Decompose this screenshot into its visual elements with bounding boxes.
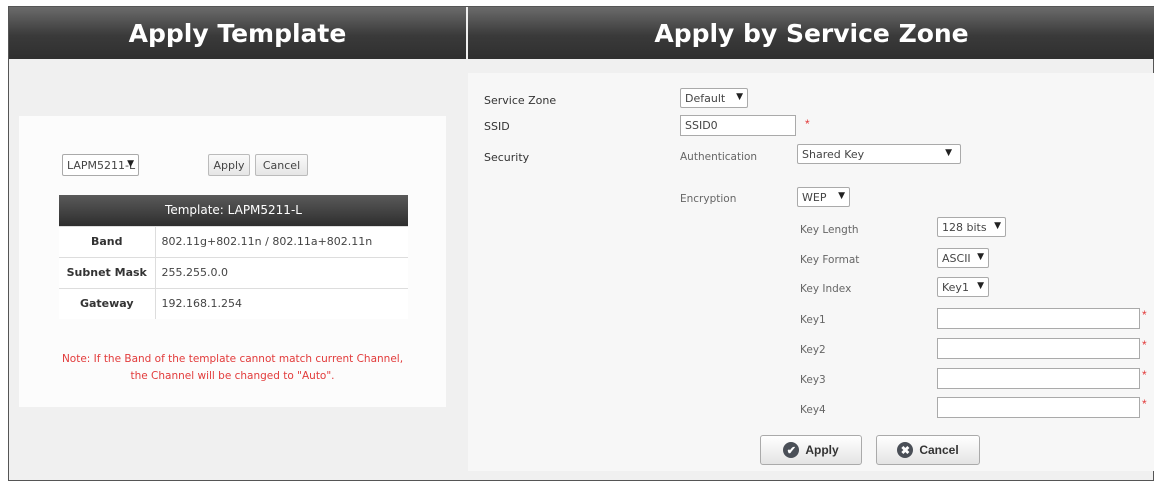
template-cancel-button[interactable]: Cancel: [255, 154, 308, 176]
key2-label: Key2: [800, 344, 826, 356]
key-format-value: ASCII: [942, 251, 971, 265]
encryption-select[interactable]: WEP ▼: [797, 187, 850, 207]
note-line-1: Note: If the Band of the template cannot…: [61, 353, 404, 365]
service-zone-label: Service Zone: [484, 94, 557, 107]
key-format-label: Key Format: [800, 254, 860, 266]
chevron-down-icon: ▼: [994, 221, 1001, 231]
encryption-value: WEP: [802, 190, 827, 204]
screenshot-frame: Apply Template Apply by Service Zone LAP…: [8, 6, 1154, 481]
key-index-select[interactable]: Key1 ▼: [937, 277, 989, 297]
chevron-down-icon: ▼: [977, 281, 984, 291]
chevron-down-icon: ▼: [127, 159, 134, 169]
check-circle-icon: ✔: [783, 442, 800, 458]
apply-by-service-zone-header: Apply by Service Zone: [468, 7, 1154, 59]
key-length-select[interactable]: 128 bits ▼: [937, 217, 1006, 237]
row-key: Gateway: [59, 287, 156, 319]
required-marker: *: [1142, 308, 1147, 322]
chevron-down-icon: ▼: [838, 191, 845, 201]
apply-button[interactable]: ✔ Apply: [760, 435, 862, 465]
apply-template-header: Apply Template: [9, 7, 466, 59]
table-row: Subnet Mask 255.255.0.0: [59, 256, 408, 288]
ssid-label: SSID: [484, 120, 510, 133]
row-value: 255.255.0.0: [155, 256, 408, 288]
key3-input[interactable]: [937, 368, 1140, 389]
authentication-select[interactable]: Shared Key ▼: [797, 144, 961, 164]
template-cancel-label: Cancel: [262, 158, 301, 172]
row-key: Band: [59, 225, 156, 257]
table-row: Band 802.11g+802.11n / 802.11a+802.11n: [59, 225, 408, 257]
template-select-value: LAPM5211-L: [67, 158, 136, 172]
chevron-down-icon: ▼: [945, 148, 952, 158]
apply-template-title: Apply Template: [128, 18, 347, 48]
chevron-down-icon: ▼: [977, 252, 984, 262]
key3-label: Key3: [800, 374, 826, 386]
template-apply-label: Apply: [213, 158, 245, 172]
channel-note: Note: If the Band of the template cannot…: [19, 351, 446, 385]
service-zone-value: Default: [685, 91, 726, 105]
template-table-title: Template: LAPM5211-L: [59, 195, 408, 226]
template-card: LAPM5211-L ▼ Apply Cancel Template: LAPM…: [19, 116, 446, 407]
row-value: 192.168.1.254: [155, 287, 408, 319]
key-index-value: Key1: [942, 280, 969, 294]
cancel-button-label: Cancel: [919, 443, 959, 457]
authentication-value: Shared Key: [802, 147, 865, 161]
close-circle-icon: ✖: [897, 442, 914, 458]
required-marker: *: [1142, 368, 1147, 382]
key-length-label: Key Length: [800, 224, 859, 236]
template-select[interactable]: LAPM5211-L ▼: [62, 154, 139, 176]
ssid-value: SSID0: [685, 119, 718, 132]
template-details-table: Template: LAPM5211-L Band 802.11g+802.11…: [59, 195, 408, 319]
apply-button-label: Apply: [805, 443, 839, 457]
table-header-row: Template: LAPM5211-L: [59, 195, 408, 226]
ssid-input[interactable]: SSID0: [680, 115, 796, 136]
row-value: 802.11g+802.11n / 802.11a+802.11n: [155, 225, 408, 257]
service-zone-panel: Service Zone Default ▼ SSID SSID0 * Secu…: [468, 73, 1154, 471]
encryption-label: Encryption: [680, 193, 737, 205]
key-index-label: Key Index: [800, 283, 852, 295]
apply-by-service-zone-title: Apply by Service Zone: [654, 18, 969, 48]
row-key: Subnet Mask: [59, 256, 156, 288]
key1-label: Key1: [800, 314, 826, 326]
key1-input[interactable]: [937, 308, 1140, 329]
chevron-down-icon: ▼: [736, 92, 743, 102]
service-zone-select[interactable]: Default ▼: [680, 88, 748, 108]
key-format-select[interactable]: ASCII ▼: [937, 248, 989, 268]
key4-input[interactable]: [937, 397, 1140, 418]
key4-label: Key4: [800, 404, 826, 416]
key-length-value: 128 bits: [942, 220, 987, 234]
required-marker: *: [1142, 338, 1147, 352]
table-row: Gateway 192.168.1.254: [59, 287, 408, 319]
authentication-label: Authentication: [680, 151, 758, 163]
required-marker: *: [805, 117, 810, 131]
template-apply-button[interactable]: Apply: [208, 154, 250, 176]
cancel-button[interactable]: ✖ Cancel: [876, 435, 980, 465]
key2-input[interactable]: [937, 338, 1140, 359]
required-marker: *: [1142, 397, 1147, 411]
security-label: Security: [484, 151, 530, 164]
note-line-2: the Channel will be changed to "Auto".: [130, 370, 335, 382]
